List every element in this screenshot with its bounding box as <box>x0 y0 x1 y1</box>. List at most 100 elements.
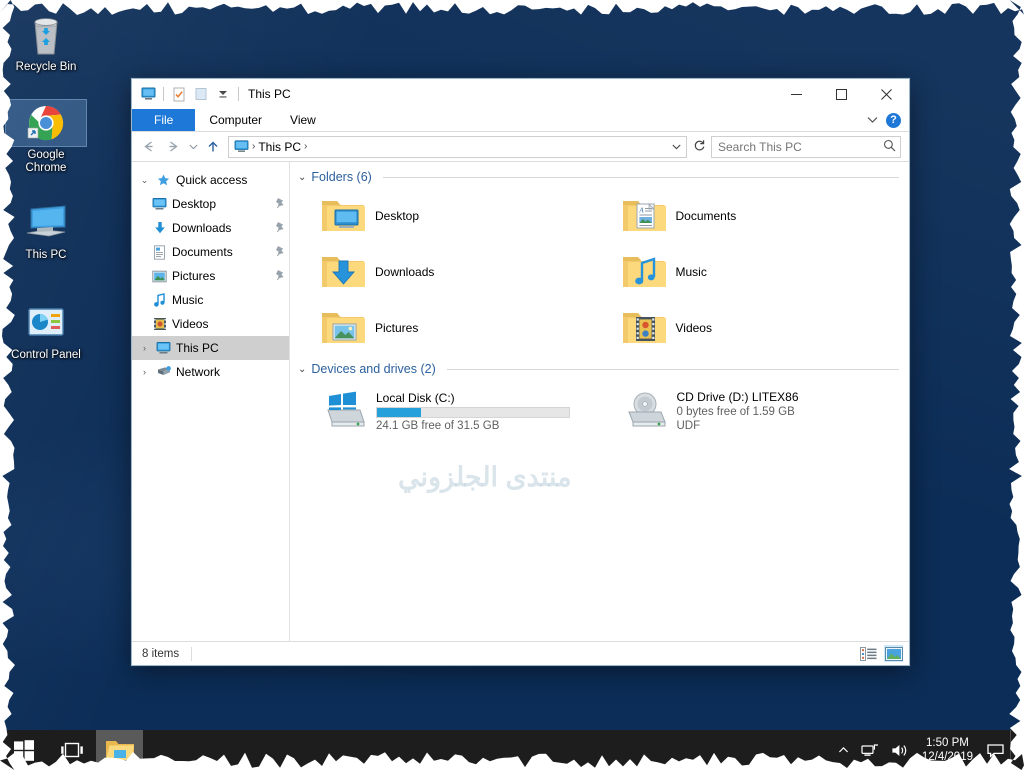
volume-icon[interactable] <box>885 743 914 758</box>
customize-dropdown-icon[interactable] <box>213 84 233 104</box>
address-bar-row: › This PC › Search This PC <box>132 132 909 161</box>
chevron-down-icon[interactable]: ⌄ <box>298 364 306 375</box>
folder-tile-label: Downloads <box>375 265 435 279</box>
sidebar-item-label: Documents <box>172 245 233 259</box>
sidebar-item-pictures[interactable]: Pictures <box>132 264 289 288</box>
item-count: 8 items <box>142 647 180 660</box>
chevron-right-icon[interactable]: › <box>138 343 151 353</box>
pin-icon[interactable] <box>271 221 289 236</box>
hard-drive-windows-icon <box>320 390 368 433</box>
folder-desktop-icon <box>320 195 366 238</box>
show-desktop-button[interactable] <box>1010 730 1022 770</box>
drive-free-space: 24.1 GB free of 31.5 GB <box>376 419 500 432</box>
sidebar-item-network[interactable]: › Network <box>132 360 289 384</box>
file-explorer-window: This PC File Computer View ? › This PC ›… <box>131 78 910 666</box>
properties-icon[interactable] <box>169 84 189 104</box>
tab-computer[interactable]: Computer <box>195 109 276 131</box>
address-input[interactable]: › This PC › <box>228 135 687 158</box>
star-pin-icon <box>155 172 172 188</box>
folder-tile-documents[interactable]: A Documents <box>599 188 900 244</box>
forward-button[interactable] <box>162 136 184 158</box>
desktop-icon-google-chrome[interactable]: Google Chrome <box>5 99 87 175</box>
breadcrumb-this-pc[interactable]: This PC <box>256 140 303 154</box>
folder-music-icon <box>621 251 667 294</box>
chevron-up-icon[interactable] <box>832 746 855 754</box>
new-folder-icon[interactable] <box>191 84 211 104</box>
drive-tile-cd-drive-d[interactable]: CD Drive (D:) LITEX86 0 bytes free of 1.… <box>599 380 900 442</box>
up-button[interactable] <box>202 136 224 158</box>
desktop-icon-control-panel[interactable]: Control Panel <box>6 300 86 362</box>
breadcrumb-root[interactable] <box>232 140 251 153</box>
search-input[interactable]: Search This PC <box>711 135 901 158</box>
search-icon[interactable] <box>883 139 896 155</box>
folder-tile-videos[interactable]: Videos <box>599 300 900 356</box>
task-view-icon[interactable] <box>48 730 96 770</box>
address-dropdown-icon[interactable] <box>668 142 684 152</box>
desktop-icon-this-pc[interactable]: This PC <box>6 200 86 262</box>
tab-view[interactable]: View <box>276 109 330 131</box>
large-icons-view-icon[interactable] <box>884 645 903 662</box>
folder-tile-label: Music <box>675 265 707 279</box>
sidebar-item-quick-access[interactable]: ⌄ Quick access <box>132 168 289 192</box>
group-header-folders[interactable]: ⌄ Folders (6) <box>298 170 899 184</box>
chevron-right-icon[interactable]: › <box>138 367 151 377</box>
folder-tile-downloads[interactable]: Downloads <box>298 244 599 300</box>
desktop-icon-label: This PC <box>25 249 67 261</box>
drive-filesystem: UDF <box>676 420 701 432</box>
pin-icon[interactable] <box>271 245 289 260</box>
pin-icon[interactable] <box>271 197 289 212</box>
drive-tile-local-disk-c[interactable]: Local Disk (C:) 24.1 GB free of 31.5 GB <box>298 380 599 442</box>
sidebar-item-music[interactable]: Music <box>132 288 289 312</box>
system-tray: 1:50 PM 12/4/2019 <box>832 730 1024 770</box>
sidebar-item-documents[interactable]: Documents <box>132 240 289 264</box>
chevron-down-icon[interactable]: ⌄ <box>138 175 151 186</box>
desktop-icon-label: Google Chrome <box>25 149 67 174</box>
drive-tiles: Local Disk (C:) 24.1 GB free of 31.5 GB <box>298 380 899 442</box>
desktop-icon-label: Control Panel <box>11 349 81 361</box>
folder-pictures-icon <box>320 307 366 350</box>
documents-icon <box>151 244 168 260</box>
desktop-icon-recycle-bin[interactable]: Recycle Bin <box>6 12 86 74</box>
network-tray-icon[interactable] <box>855 743 885 758</box>
search-placeholder: Search This PC <box>718 139 802 154</box>
breadcrumb-separator-2[interactable]: › <box>303 141 308 152</box>
windows-start-icon[interactable] <box>0 730 48 770</box>
group-title: Folders (6) <box>311 170 372 184</box>
cd-drive-icon <box>621 390 669 433</box>
folder-tile-desktop[interactable]: Desktop <box>298 188 599 244</box>
folder-documents-icon: A <box>621 195 667 238</box>
details-view-icon[interactable] <box>859 645 878 662</box>
taskbar-clock[interactable]: 1:50 PM 12/4/2019 <box>914 736 981 764</box>
sidebar-item-videos[interactable]: Videos <box>132 312 289 336</box>
maximize-button[interactable] <box>819 79 864 109</box>
this-pc-icon <box>234 140 249 153</box>
window-titlebar[interactable]: This PC <box>132 79 909 109</box>
view-toggle-buttons <box>859 645 903 662</box>
sidebar-item-desktop[interactable]: Desktop <box>132 192 289 216</box>
status-divider <box>191 646 193 661</box>
group-header-devices[interactable]: ⌄ Devices and drives (2) <box>298 362 899 376</box>
sidebar-item-label: Music <box>172 293 204 307</box>
chevron-down-icon[interactable] <box>867 113 878 127</box>
tab-file[interactable]: File <box>132 109 196 131</box>
drive-info: Local Disk (C:) 24.1 GB free of 31.5 GB <box>376 391 570 432</box>
refresh-button[interactable] <box>689 139 709 155</box>
back-button[interactable] <box>138 136 160 158</box>
close-button[interactable] <box>864 79 909 109</box>
content-pane[interactable]: ⌄ Folders (6) Desktop A Documents Downlo… <box>290 162 909 641</box>
recent-locations-button[interactable] <box>186 136 200 158</box>
chevron-down-icon[interactable]: ⌄ <box>298 172 306 183</box>
action-center-icon[interactable] <box>981 743 1010 758</box>
folder-tile-music[interactable]: Music <box>599 244 900 300</box>
sidebar-item-downloads[interactable]: Downloads <box>132 216 289 240</box>
taskbar-app-file-explorer[interactable] <box>96 730 143 770</box>
ribbon-tabs: File Computer View ? <box>132 109 909 132</box>
pictures-icon <box>151 268 168 284</box>
sidebar-item-this-pc[interactable]: › This PC <box>132 336 289 360</box>
desktop-icon-label: Recycle Bin <box>15 61 77 73</box>
minimize-button[interactable] <box>774 79 819 109</box>
this-pc-icon[interactable] <box>138 84 158 104</box>
folder-tile-pictures[interactable]: Pictures <box>298 300 599 356</box>
help-button[interactable]: ? <box>886 112 901 128</box>
pin-icon[interactable] <box>271 269 289 284</box>
